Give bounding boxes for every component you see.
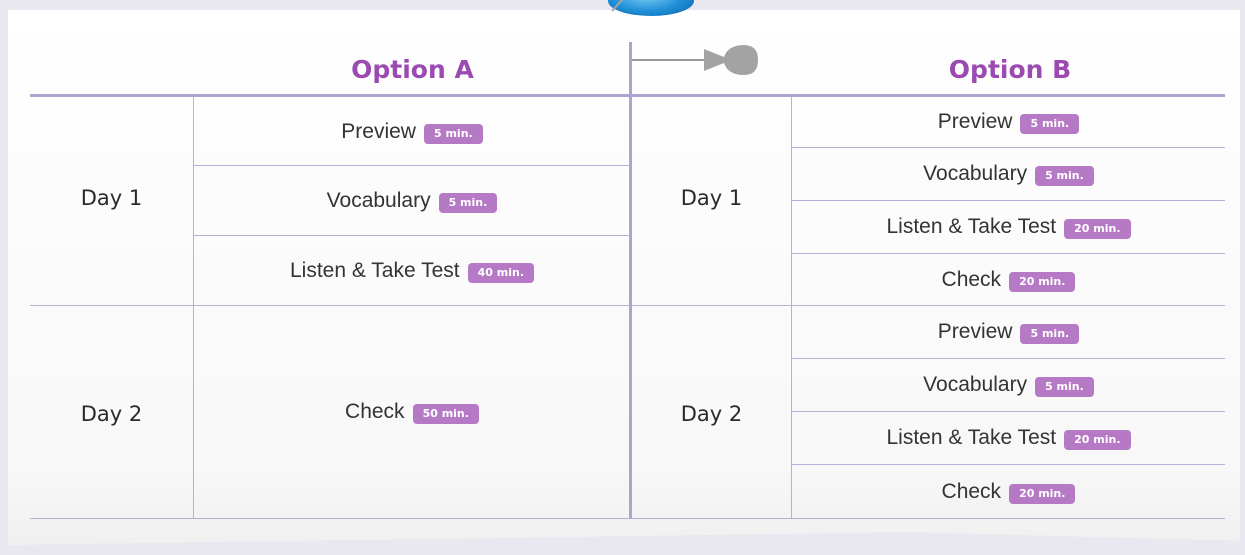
schedule-item: Vocabulary 5 min. (194, 166, 630, 235)
option-a-day-2-label: Day 2 (80, 402, 143, 426)
option-b-day-1-label: Day 1 (680, 186, 743, 210)
schedule-item: Preview 5 min. (194, 98, 630, 165)
header-option-b: Option B (948, 55, 1072, 84)
duration-badge: 5 min. (1035, 377, 1094, 397)
duration-badge: 40 min. (467, 262, 535, 283)
duration-badge: 20 min. (1009, 271, 1076, 292)
schedule-item: Preview 5 min. (792, 306, 1225, 358)
schedule-item: Listen & Take Test 40 min. (194, 236, 630, 305)
bottom-rule-a (30, 518, 630, 519)
schedule-item: Vocabulary 5 min. (792, 359, 1225, 411)
task-name: Preview (341, 119, 416, 143)
task-name: Vocabulary (923, 162, 1028, 185)
duration-badge: 50 min. (412, 404, 479, 424)
task-name: Vocabulary (326, 188, 431, 212)
schedule-item: Listen & Take Test 20 min. (792, 412, 1225, 464)
task-name: Preview (937, 320, 1013, 343)
schedule-item: Listen & Take Test 20 min. (792, 201, 1225, 253)
duration-badge: 5 min. (423, 123, 483, 144)
task-name: Check (941, 267, 1002, 291)
task-name: Check (345, 400, 405, 423)
schedule-item: Check 20 min. (792, 465, 1225, 518)
duration-badge: 5 min. (1020, 324, 1080, 344)
schedule-item: Check 50 min. (194, 306, 630, 518)
task-name: Listen & Take Test (886, 426, 1057, 449)
duration-badge: 20 min. (1064, 430, 1131, 450)
schedule-item: Check 20 min. (792, 254, 1225, 305)
task-name: Listen & Take Test (886, 215, 1057, 238)
task-name: Preview (937, 110, 1013, 133)
task-name: Vocabulary (923, 373, 1028, 396)
bottom-rule-b (632, 518, 1225, 519)
schedule-item: Vocabulary 5 min. (792, 148, 1225, 200)
schedule-item: Preview 5 min. (792, 97, 1225, 147)
duration-badge: 5 min. (1020, 114, 1080, 134)
duration-badge: 20 min. (1064, 219, 1131, 239)
duration-badge: 5 min. (438, 192, 498, 213)
duration-badge: 5 min. (1035, 166, 1094, 186)
task-name: Check (941, 479, 1002, 503)
header-option-a: Option A (351, 55, 474, 84)
option-a-day-1-label: Day 1 (80, 186, 143, 210)
pin-head-icon (704, 45, 758, 75)
option-b-day-2-label: Day 2 (680, 402, 743, 426)
duration-badge: 20 min. (1009, 483, 1076, 504)
connector-line (632, 59, 708, 61)
task-name: Listen & Take Test (289, 258, 460, 282)
